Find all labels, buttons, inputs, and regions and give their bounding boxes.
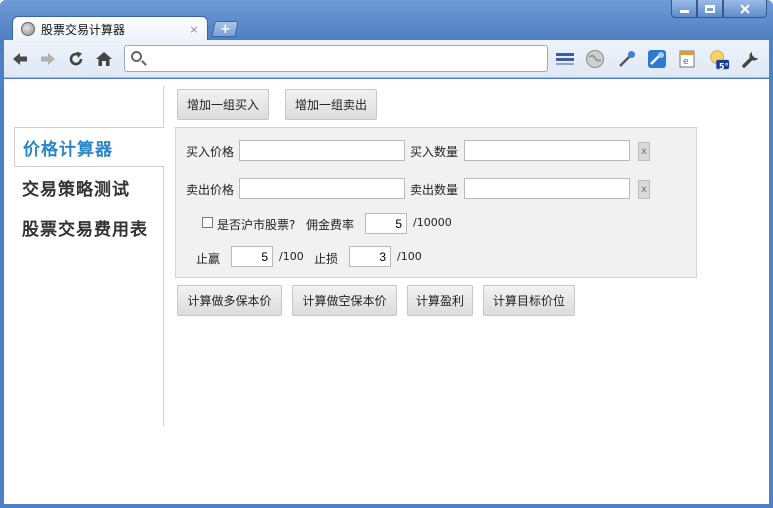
- sell-price-input[interactable]: [239, 178, 405, 199]
- remove-sell-row-button[interactable]: x: [638, 180, 650, 199]
- close-icon: [740, 3, 750, 14]
- svg-text:e: e: [683, 57, 689, 67]
- trade-form-panel: 买入价格 买入数量 x 卖出价格 卖出数量 x 是否沪市股票? 佣金费率 /10…: [175, 127, 697, 278]
- calc-long-breakeven-button[interactable]: 计算做多保本价: [177, 285, 282, 316]
- calc-target-price-button[interactable]: 计算目标价位: [483, 285, 575, 316]
- close-window-button[interactable]: [723, 0, 767, 18]
- reload-button[interactable]: [66, 49, 86, 69]
- sell-qty-input[interactable]: [464, 178, 630, 199]
- remove-buy-row-button[interactable]: x: [638, 142, 650, 161]
- sell-qty-label: 卖出数量: [410, 183, 459, 197]
- home-icon: [96, 52, 112, 66]
- tab-title: 股票交易计算器: [41, 22, 126, 37]
- browser-window: 股票交易计算器 × + e 5° 价格计算器 交易策略测试 股票交易费用表 增加…: [0, 0, 773, 508]
- back-button[interactable]: [10, 49, 30, 69]
- maximize-button[interactable]: [697, 0, 723, 18]
- left-nav: 价格计算器 交易策略测试 股票交易费用表: [14, 127, 165, 247]
- sh-stock-checkbox[interactable]: [202, 217, 213, 228]
- tab-close-icon[interactable]: ×: [187, 23, 201, 36]
- take-profit-unit: /100: [279, 250, 304, 263]
- nav-item-price-calculator[interactable]: 价格计算器: [14, 127, 165, 167]
- window-bottom-border: [0, 504, 773, 508]
- wrench-menu-icon[interactable]: [740, 48, 762, 70]
- commission-label: 佣金费率: [306, 218, 355, 232]
- extension-menu-icon[interactable]: [554, 48, 576, 70]
- minimize-button[interactable]: [671, 0, 697, 18]
- calc-short-breakeven-button[interactable]: 计算做空保本价: [292, 285, 397, 316]
- buy-qty-input[interactable]: [464, 140, 630, 161]
- reload-icon: [69, 51, 83, 66]
- forward-button[interactable]: [38, 49, 58, 69]
- stop-loss-label: 止损: [314, 252, 339, 266]
- home-button[interactable]: [94, 49, 114, 69]
- buy-price-input[interactable]: [239, 140, 405, 161]
- window-controls: [671, 0, 767, 18]
- calc-profit-button[interactable]: 计算盈利: [407, 285, 473, 316]
- add-sell-button[interactable]: 增加一组卖出: [285, 89, 377, 120]
- new-tab-button[interactable]: +: [211, 21, 239, 37]
- forward-arrow-icon: [41, 53, 55, 65]
- weather-extension-icon[interactable]: 5°: [708, 48, 730, 71]
- notepad-extension-icon[interactable]: e: [676, 48, 698, 70]
- globe-favicon-icon: [21, 22, 35, 36]
- stop-loss-input[interactable]: [349, 246, 391, 267]
- commission-unit: /10000: [413, 216, 452, 229]
- address-bar[interactable]: [124, 45, 548, 72]
- take-profit-label: 止赢: [196, 252, 221, 266]
- color-picker-extension-icon[interactable]: [646, 48, 668, 70]
- sell-price-label: 卖出价格: [186, 183, 235, 197]
- browser-toolbar: e 5°: [4, 40, 769, 78]
- commission-input[interactable]: [365, 213, 407, 234]
- globe-extension-icon[interactable]: [584, 48, 606, 70]
- nav-item-fee-table[interactable]: 股票交易费用表: [14, 207, 164, 247]
- add-buy-button[interactable]: 增加一组买入: [177, 89, 269, 120]
- buy-qty-label: 买入数量: [410, 145, 459, 159]
- eyedropper-icon[interactable]: [616, 48, 638, 70]
- nav-item-strategy-test[interactable]: 交易策略测试: [14, 167, 164, 207]
- stop-loss-unit: /100: [397, 250, 422, 263]
- take-profit-input[interactable]: [231, 246, 273, 267]
- plus-icon: +: [219, 21, 231, 37]
- minimize-icon: [679, 10, 689, 13]
- weather-badge: 5°: [719, 62, 729, 71]
- back-arrow-icon: [13, 53, 27, 65]
- search-icon: [131, 51, 142, 62]
- sh-stock-label: 是否沪市股票?: [217, 218, 296, 232]
- page-content: 价格计算器 交易策略测试 股票交易费用表 增加一组买入 增加一组卖出 买入价格 …: [4, 79, 769, 504]
- browser-tab[interactable]: 股票交易计算器 ×: [12, 16, 208, 41]
- buy-price-label: 买入价格: [186, 145, 235, 159]
- address-input[interactable]: [149, 49, 544, 68]
- maximize-icon: [705, 4, 715, 13]
